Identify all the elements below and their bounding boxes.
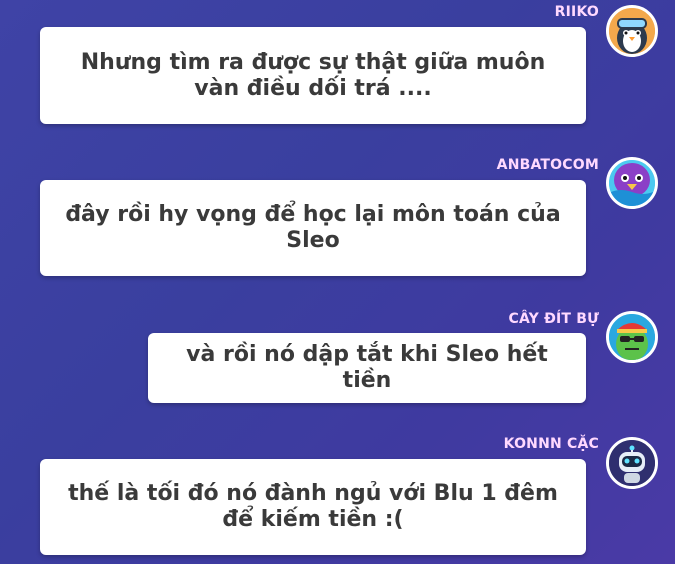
author-name: RIIKO: [554, 4, 599, 20]
cactus-icon: [609, 314, 655, 360]
purple-bird-icon: [609, 160, 655, 206]
author-name: ANBATOCOM: [496, 157, 599, 173]
avatar[interactable]: [606, 157, 658, 209]
author-name: CÂY ĐÍT BỰ: [508, 311, 599, 327]
penguin-icon: [609, 8, 655, 54]
message-text: Nhưng tìm ra được sự thật giữa muôn vàn …: [80, 49, 546, 101]
message-bubble: thế là tối đó nó đành ngủ với Blu 1 đêm …: [40, 459, 586, 555]
avatar[interactable]: [606, 311, 658, 363]
message-bubble: và rồi nó dập tắt khi Sleo hết tiền: [148, 333, 586, 403]
author-name: KONNN CẶC: [503, 436, 599, 452]
message-bubble: Nhưng tìm ra được sự thật giữa muôn vàn …: [40, 27, 586, 124]
message-text: thế là tối đó nó đành ngủ với Blu 1 đêm …: [68, 481, 558, 532]
message-text: và rồi nó dập tắt khi Sleo hết tiền: [186, 342, 548, 393]
avatar[interactable]: [606, 437, 658, 489]
message-bubble: đây rồi hy vọng để học lại môn toán của …: [40, 180, 586, 276]
avatar[interactable]: [606, 5, 658, 57]
chat-background: { "messages": [ {"author":"RIIKO","text"…: [0, 0, 675, 564]
message-text: đây rồi hy vọng để học lại môn toán của …: [65, 202, 561, 253]
robot-icon: [609, 440, 655, 486]
